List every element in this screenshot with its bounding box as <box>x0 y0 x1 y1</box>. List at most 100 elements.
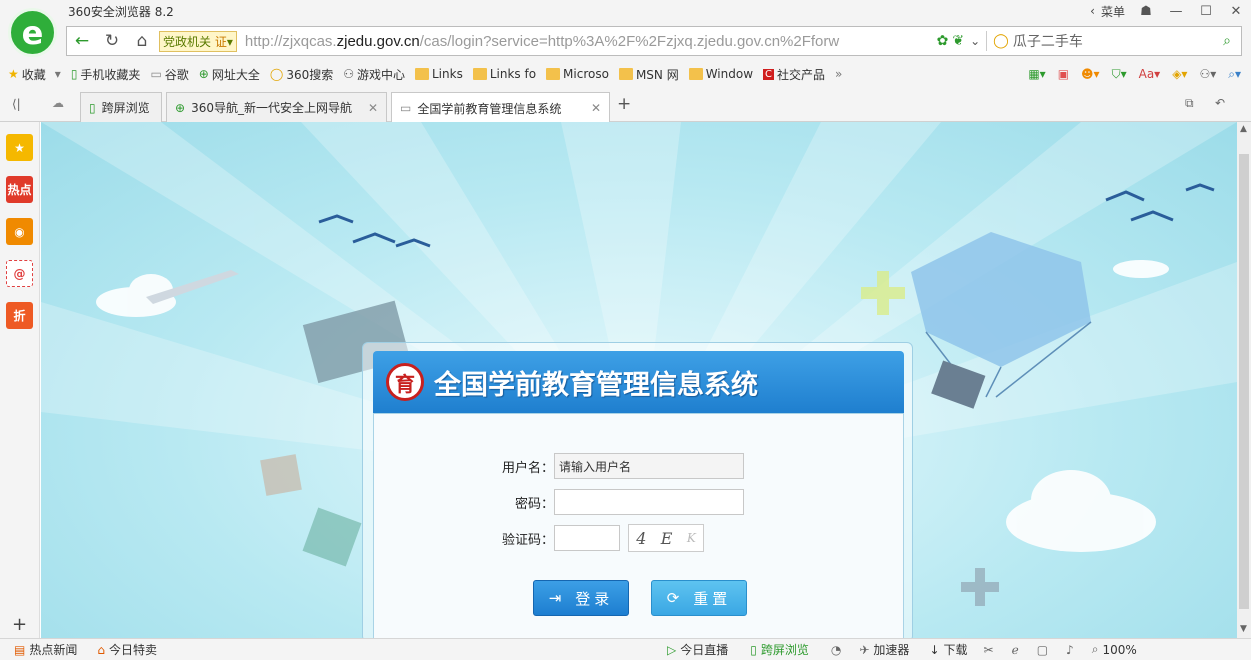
folder-icon <box>472 68 487 80</box>
bookmark-item[interactable]: Links fo <box>472 67 536 81</box>
password-input[interactable] <box>554 489 744 515</box>
bookmark-item[interactable]: ⊕ 网址大全 <box>199 66 260 83</box>
ie-icon[interactable]: ℯ <box>1012 643 1019 657</box>
rocket-icon: ✈ <box>859 642 870 657</box>
skin-icon[interactable]: ☗ <box>1131 1 1161 21</box>
gift-icon[interactable]: ◈▾ <box>1172 67 1187 82</box>
search-input[interactable]: 瓜子二手车 <box>1013 31 1083 51</box>
news-icon[interactable]: ▣ <box>1058 67 1069 82</box>
bookmark-item[interactable]: ▯ 手机收藏夹 <box>71 66 141 83</box>
gamepad-icon: ⚇ <box>343 67 354 81</box>
bookmark-bar: ★ 收藏 ▾ ▯ 手机收藏夹 ▭ 谷歌 ⊕ 网址大全 ◯ 360搜索 ⚇ 游戏中心 Links… <box>0 60 1251 88</box>
cert-badge: 证 <box>214 34 227 49</box>
scroll-thumb[interactable] <box>1239 154 1249 609</box>
download-button[interactable]: ↓ 下载 <box>929 641 967 658</box>
volume-icon[interactable]: ♪ <box>1066 643 1074 657</box>
emblem-logo: 育 <box>386 363 424 401</box>
close-tab-icon[interactable]: ✕ <box>368 101 378 115</box>
bookmark-item[interactable]: Links <box>415 67 463 81</box>
vertical-scrollbar[interactable]: ▲ ▼ <box>1237 122 1251 638</box>
chevron-down-icon[interactable]: ⌄ <box>970 34 980 48</box>
scroll-up-icon[interactable]: ▲ <box>1240 124 1247 134</box>
back-arrow-icon[interactable]: ← <box>67 27 97 55</box>
more-bookmarks-button[interactable]: » <box>835 67 842 81</box>
search-box[interactable]: ◯ 瓜子二手车 <box>993 31 1223 51</box>
hot-news-button[interactable]: ▤ 热点新闻 <box>14 641 77 658</box>
login-icon: ⇥ <box>548 589 566 607</box>
zoom-control[interactable]: ⌕ 100% <box>1092 642 1137 657</box>
title-bar: 360安全浏览器 8.2 ‹ 菜单 ☗ — ☐ ✕ <box>0 0 1251 22</box>
home-icon[interactable]: ⌂ <box>127 27 157 55</box>
apps-icon[interactable]: ▦▾ <box>1028 67 1045 82</box>
bookmark-item[interactable]: C 社交产品 <box>763 66 825 83</box>
download-icon: ↓ <box>929 642 940 657</box>
tab-list-icon[interactable]: ⟨| <box>12 97 21 111</box>
shield-icon[interactable]: ⛉▾ <box>1112 67 1127 82</box>
maximize-button[interactable]: ☐ <box>1191 1 1221 21</box>
scroll-down-icon[interactable]: ▼ <box>1240 624 1247 634</box>
cross-screen-button[interactable]: ▯ 跨屏浏览 <box>750 641 809 658</box>
accelerator-button[interactable]: ✈ 加速器 <box>859 641 909 658</box>
address-row: ← ↻ ⌂ 党政机关 证▾ http://zjxqcas.zjedu.gov.c… <box>0 22 1251 60</box>
menu-button[interactable]: ‹ 菜单 <box>1090 3 1125 20</box>
security-icon[interactable]: ✿ <box>937 33 949 49</box>
bookmark-item[interactable]: ⚇ 游戏中心 <box>343 66 405 83</box>
live-button[interactable]: ▷ 今日直播 <box>667 641 728 658</box>
search-engine-icon[interactable]: ◯ <box>993 33 1009 49</box>
tab-cross-screen[interactable]: ▯ 跨屏浏览 <box>80 92 162 122</box>
captcha-image[interactable]: 4 E K <box>628 524 704 552</box>
translate-icon[interactable]: Aa▾ <box>1139 67 1161 82</box>
chevron-left-icon: ‹ <box>1090 4 1095 18</box>
bookmark-item[interactable]: ▭ 谷歌 <box>150 66 188 83</box>
search-icon: ◯ <box>269 67 284 81</box>
minimize-button[interactable]: — <box>1161 1 1191 21</box>
screenshot-icon[interactable]: ✂ <box>984 643 994 657</box>
game-icon[interactable]: ⚇▾ <box>1199 67 1216 82</box>
username-row: 用户名： 请输入用户名 <box>488 453 744 479</box>
bookmark-item[interactable]: Microso <box>546 67 609 81</box>
bookmark-item[interactable]: MSN 网 <box>618 66 679 83</box>
discount-icon[interactable]: 折 <box>6 302 33 329</box>
speed-icon[interactable]: ◔ <box>831 643 841 657</box>
weibo-icon[interactable]: ◉ <box>6 218 33 245</box>
gov-badge[interactable]: 党政机关 证▾ <box>159 30 237 52</box>
new-tab-button[interactable]: + <box>617 94 631 114</box>
window-icon[interactable]: ▢ <box>1037 643 1048 657</box>
today-sale-button[interactable]: ⌂ 今日特卖 <box>97 641 157 658</box>
extension-icons: ▦▾ ▣ ☻▾ ⛉▾ Aa▾ ◈▾ ⚇▾ ⌕▾ <box>1028 67 1241 82</box>
favorites-icon[interactable]: ★ <box>6 134 33 161</box>
undo-icon[interactable]: ↶ <box>1215 96 1225 110</box>
fun-icon[interactable]: ☻▾ <box>1081 67 1100 82</box>
refresh-icon[interactable]: ↻ <box>97 27 127 55</box>
search-icon[interactable]: ⌕ <box>1223 33 1231 49</box>
news-icon: ▤ <box>14 642 26 657</box>
add-sidebar-button[interactable]: + <box>12 614 27 635</box>
close-button[interactable]: ✕ <box>1221 1 1251 21</box>
refresh-icon: ⟳ <box>666 589 684 607</box>
folder-icon <box>415 68 429 80</box>
url-input[interactable]: http://zjxqcas.zjedu.gov.cn/cas/login?se… <box>237 33 933 50</box>
tab-active-page[interactable]: ▭ 全国学前教育管理信息系统 ✕ <box>391 92 610 123</box>
bookmark-item[interactable]: ★ 收藏 ▾ <box>8 66 61 83</box>
restore-tabs-icon[interactable]: ⧉ <box>1185 96 1194 111</box>
password-label: 密码： <box>514 496 554 512</box>
zoom-search-icon[interactable]: ⌕▾ <box>1228 67 1241 82</box>
zoom-icon: ⌕ <box>1091 642 1099 656</box>
login-button[interactable]: ⇥ 登录 <box>533 580 629 616</box>
bookmark-item[interactable]: Window <box>688 67 753 81</box>
tab-360-navigation[interactable]: ⊕ 360导航_新一代安全上网导航 ✕ <box>166 92 387 122</box>
close-tab-icon[interactable]: ✕ <box>591 101 601 115</box>
system-title: 全国学前教育管理信息系统 <box>434 369 758 401</box>
username-label: 用户名： <box>501 460 554 476</box>
play-icon: ▷ <box>667 642 677 657</box>
browser-logo-icon[interactable]: e <box>8 8 57 57</box>
reset-button[interactable]: ⟳ 重置 <box>651 580 747 616</box>
leaf-icon[interactable]: ❦ <box>952 33 964 49</box>
username-input[interactable]: 请输入用户名 <box>554 453 744 479</box>
bookmark-item[interactable]: ◯ 360搜索 <box>270 66 333 83</box>
cloud-icon[interactable]: ☁ <box>52 96 64 110</box>
mail-icon[interactable]: @ <box>6 260 33 287</box>
hot-news-icon[interactable]: 热点 <box>6 176 33 203</box>
sidebar: ★ 热点 ◉ @ 折 + <box>0 122 40 638</box>
captcha-input[interactable] <box>554 525 620 551</box>
